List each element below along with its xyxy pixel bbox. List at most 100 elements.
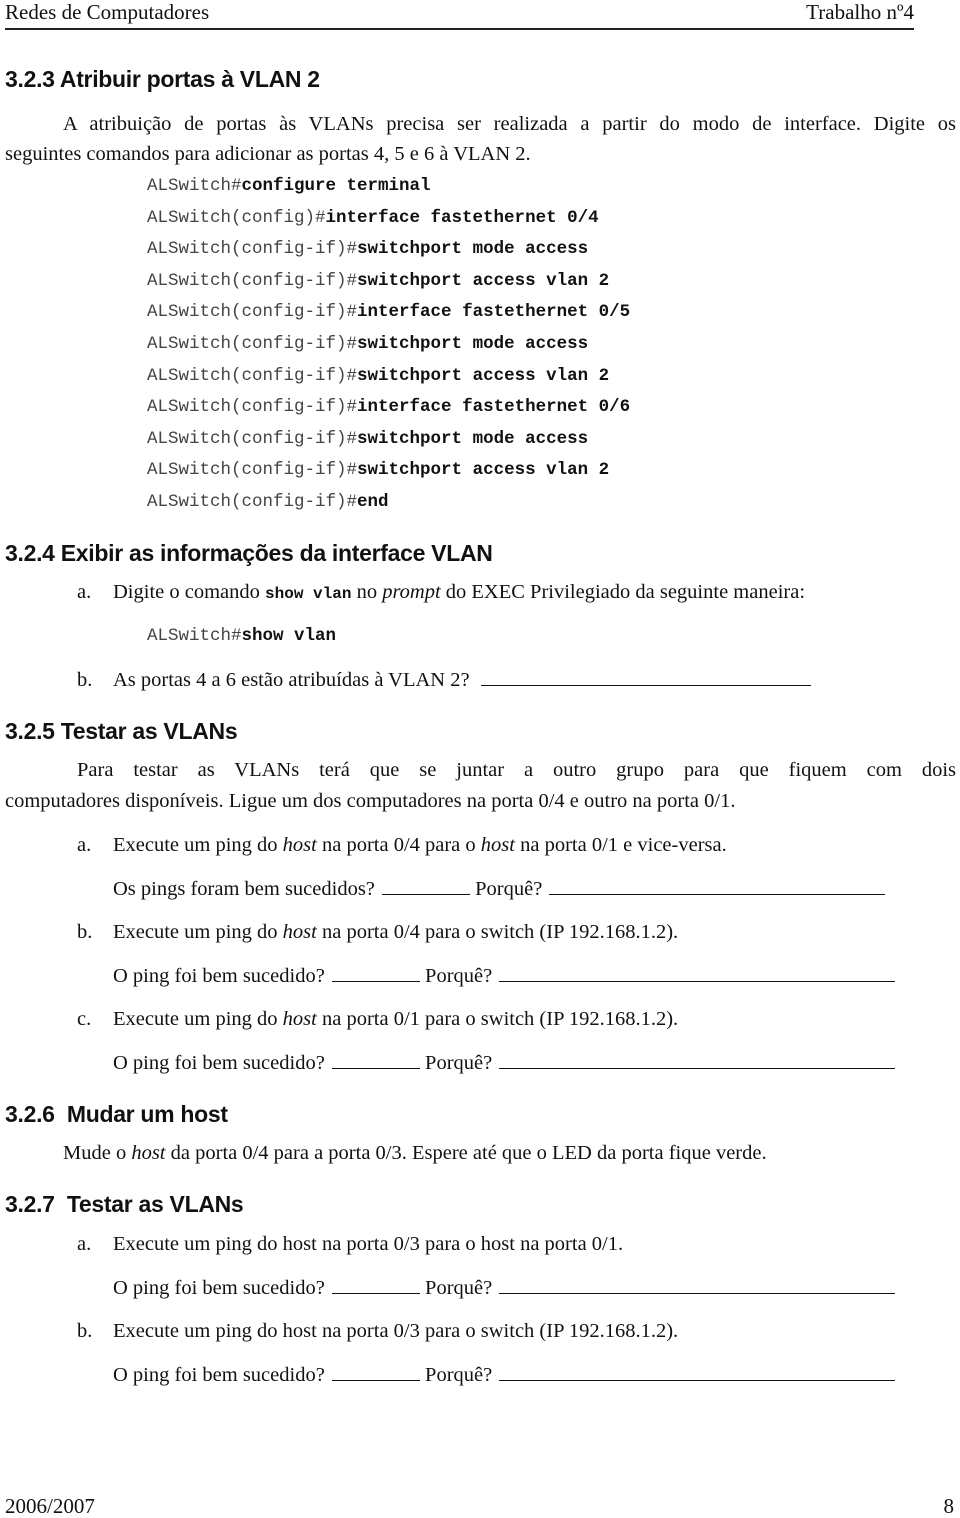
item-text: na porta 0/1 para o switch (IP 192.168.1…	[316, 1008, 679, 1030]
answer-blank-yes-no[interactable]	[331, 963, 420, 982]
cli-line: ALSwitch(config-if)#interface fastethern…	[147, 302, 630, 322]
list-marker: c.	[77, 1008, 92, 1030]
section-intro-line: Para testar as VLANs terá que se juntar …	[77, 759, 956, 781]
question-line: O ping foi bem sucedido? Porquê?	[113, 963, 896, 988]
section-heading-3-2-4: 3.2.4 Exibir as informações da interface…	[5, 540, 493, 566]
cli-line: ALSwitch(config-if)#switchport mode acce…	[147, 429, 588, 449]
cli-line: ALSwitch(config-if)#end	[147, 492, 389, 512]
cli-command: switchport mode access	[357, 429, 589, 449]
answer-blank-yes-no[interactable]	[331, 1362, 420, 1381]
cli-line: ALSwitch(config-if)#switchport access vl…	[147, 460, 609, 480]
cli-command: switchport mode access	[357, 334, 589, 354]
list-marker: b.	[77, 921, 93, 943]
answer-blank-why[interactable]	[499, 1050, 896, 1069]
item-text: Digite o comando	[113, 581, 266, 603]
why-label: Porquê?	[425, 1364, 493, 1386]
section-heading-3-2-5: 3.2.5 Testar as VLANs	[5, 718, 238, 744]
list-marker: a.	[77, 581, 92, 603]
answer-blank-yes-no[interactable]	[331, 1275, 420, 1294]
page-header: Redes de Computadores Trabalho nº4	[5, 0, 914, 30]
cli-line: ALSwitch(config-if)#switchport mode acce…	[147, 239, 588, 259]
paragraph-text: Mude o	[63, 1142, 132, 1164]
cli-prompt: ALSwitch(config-if)#	[147, 460, 358, 480]
item-text: Execute um ping do host na porta 0/3 par…	[113, 1233, 624, 1255]
cli-prompt: ALSwitch(config-if)#	[147, 334, 358, 354]
cli-command: switchport access vlan 2	[357, 366, 610, 386]
why-label: Porquê?	[425, 965, 493, 987]
cli-prompt: ALSwitch(config-if)#	[147, 271, 358, 291]
list-marker: b.	[77, 1320, 93, 1342]
cli-command: switchport access vlan 2	[357, 460, 610, 480]
why-label: Porquê?	[425, 1277, 493, 1299]
question-line: O ping foi bem sucedido? Porquê?	[113, 1362, 896, 1387]
section-paragraph: Mude o host da porta 0/4 para a porta 0/…	[63, 1141, 767, 1165]
item-text: Execute um ping do	[113, 921, 283, 943]
list-marker: a.	[77, 834, 92, 856]
paragraph-text: da porta 0/4 para a porta 0/3. Espere at…	[165, 1142, 767, 1164]
list-item: b. Execute um ping do host na porta 0/4 p…	[77, 920, 678, 944]
section-heading-3-2-7: 3.2.7 Testar as VLANs	[5, 1191, 244, 1217]
cli-prompt: ALSwitch(config-if)#	[147, 492, 358, 512]
academic-year: 2006/2007	[5, 1494, 95, 1518]
answer-blank-yes-no[interactable]	[382, 876, 471, 895]
item-text: na porta 0/1 e vice-versa.	[514, 834, 727, 856]
list-item: a. Digite o comando show vlan no prompt d…	[77, 580, 805, 606]
section-heading-3-2-6: 3.2.6 Mudar um host	[5, 1101, 228, 1127]
list-item: b. As portas 4 a 6 estão atribuídas à VLA…	[77, 667, 811, 692]
item-italic: host	[282, 834, 317, 856]
cli-command: switchport access vlan 2	[357, 271, 610, 291]
section-intro-line: computadores disponíveis. Ligue um dos c…	[5, 790, 736, 812]
paragraph-italic: host	[131, 1142, 166, 1164]
cli-command: switchport mode access	[357, 239, 589, 259]
cli-command: interface fastethernet 0/5	[357, 302, 631, 322]
answer-blank-why[interactable]	[499, 963, 896, 982]
item-italic: host	[282, 921, 317, 943]
cli-line: ALSwitch(config-if)#switchport mode acce…	[147, 334, 588, 354]
list-item: a. Execute um ping do host na porta 0/3 p…	[77, 1232, 623, 1256]
answer-blank-why[interactable]	[499, 1362, 896, 1381]
course-title: Redes de Computadores	[5, 0, 210, 24]
question-text: Os pings foram bem sucedidos?	[113, 878, 375, 900]
why-label: Porquê?	[425, 1052, 493, 1074]
question-text: O ping foi bem sucedido?	[113, 1052, 325, 1074]
item-italic: host	[480, 834, 515, 856]
section-intro-line: A atribuição de portas às VLANs precisa …	[63, 113, 956, 135]
cli-command: interface fastethernet 0/6	[357, 397, 631, 417]
item-text: na porta 0/4 para o	[316, 834, 481, 856]
cli-line: ALSwitch#show vlan	[147, 626, 336, 646]
item-text: Execute um ping do	[113, 1008, 283, 1030]
list-marker: b.	[77, 669, 93, 691]
answer-blank-why[interactable]	[549, 876, 886, 895]
question-text: O ping foi bem sucedido?	[113, 1277, 325, 1299]
question-text: O ping foi bem sucedido?	[113, 965, 325, 987]
cli-line: ALSwitch(config-if)#switchport access vl…	[147, 366, 609, 386]
cli-line: ALSwitch(config-if)#switchport access vl…	[147, 271, 609, 291]
item-text: no	[351, 581, 383, 603]
answer-blank-yes-no[interactable]	[331, 1050, 420, 1069]
question-line: O ping foi bem sucedido? Porquê?	[113, 1275, 896, 1300]
cli-command: end	[357, 492, 389, 512]
cli-line: ALSwitch(config)#interface fastethernet …	[147, 208, 599, 228]
cli-prompt: ALSwitch(config-if)#	[147, 429, 358, 449]
cli-prompt: ALSwitch(config-if)#	[147, 302, 358, 322]
item-text: Execute um ping do	[113, 834, 283, 856]
page-number: 8	[943, 1494, 955, 1518]
cli-prompt: ALSwitch#	[147, 626, 242, 646]
cli-prompt: ALSwitch(config-if)#	[147, 366, 358, 386]
item-text: Execute um ping do host na porta 0/3 par…	[113, 1320, 679, 1342]
why-label: Porquê?	[475, 878, 543, 900]
cli-command: configure terminal	[241, 176, 431, 196]
list-item: c. Execute um ping do host na porta 0/1 p…	[77, 1007, 678, 1031]
list-marker: a.	[77, 1233, 92, 1255]
question-line: Os pings foram bem sucedidos? Porquê?	[113, 876, 886, 901]
assignment-title: Trabalho nº4	[806, 0, 914, 24]
section-heading-3-2-3: 3.2.3 Atribuir portas à VLAN 2	[5, 66, 320, 92]
item-italic: host	[282, 1008, 317, 1030]
cli-command: interface fastethernet 0/4	[325, 208, 599, 228]
cli-line: ALSwitch#configure terminal	[147, 176, 431, 196]
cli-prompt: ALSwitch(config-if)#	[147, 397, 358, 417]
cli-prompt: ALSwitch#	[147, 176, 242, 196]
list-item: a. Execute um ping do host na porta 0/4 p…	[77, 833, 727, 857]
answer-blank-why[interactable]	[499, 1275, 896, 1294]
answer-blank[interactable]	[480, 667, 811, 686]
